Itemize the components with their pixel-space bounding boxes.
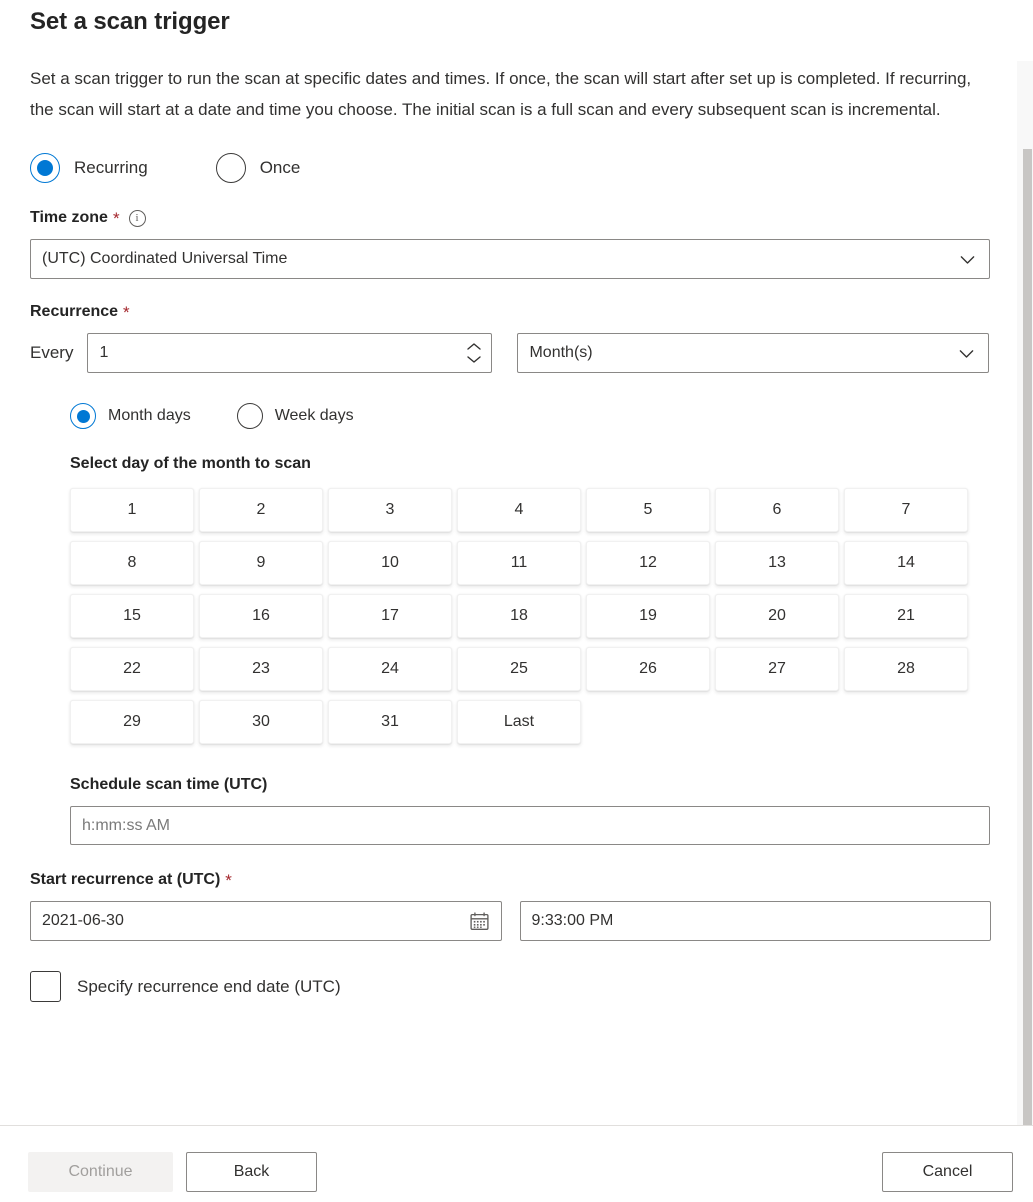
panel-scroll-area: Set a scan trigger Set a scan trigger to… [0,0,1021,1125]
start-recurrence-field: Start recurrence at (UTC) * 2021-06-30 9… [30,871,991,941]
page-description: Set a scan trigger to run the scan at sp… [30,69,972,119]
time-zone-required-marker: * [112,208,120,228]
start-recurrence-required-marker: * [225,870,232,890]
radio-label-month-days: Month days [108,407,191,424]
radio-indicator-month-days[interactable] [70,403,96,429]
day-cell[interactable]: 19 [586,594,710,638]
calendar-icon[interactable] [469,911,490,932]
radio-option-week-days[interactable]: Week days [236,403,354,429]
scan-trigger-panel: Set a scan trigger Set a scan trigger to… [0,0,1033,1202]
day-cell[interactable]: 14 [844,541,968,585]
specify-end-date-label: Specify recurrence end date (UTC) [77,976,341,996]
specify-end-date-row[interactable]: Specify recurrence end date (UTC) [30,971,991,1002]
time-zone-dropdown[interactable]: (UTC) Coordinated Universal Time [30,239,990,279]
day-cell[interactable]: 25 [457,647,581,691]
day-cell[interactable]: 22 [70,647,194,691]
day-cell[interactable]: 8 [70,541,194,585]
day-cell[interactable]: 28 [844,647,968,691]
back-button[interactable]: Back [186,1152,317,1192]
day-cell[interactable]: 16 [199,594,323,638]
radio-indicator-once[interactable] [215,153,246,183]
radio-indicator-week-days[interactable] [236,403,263,429]
info-icon[interactable]: i [128,209,146,227]
time-zone-label: Time zone * i [30,209,991,227]
schedule-scan-time-field: Schedule scan time (UTC) h:mm:ss AM [70,776,991,845]
time-zone-label-text: Time zone [30,209,108,226]
schedule-scan-time-label: Schedule scan time (UTC) [70,776,268,793]
radio-option-month-days[interactable]: Month days [70,403,191,429]
day-grid-title: Select day of the month to scan [70,455,311,472]
continue-button[interactable]: Continue [28,1152,173,1192]
recurrence-label-text: Recurrence [30,303,119,320]
start-recurrence-label: Start recurrence at (UTC) * [30,871,991,889]
chevron-up-icon[interactable] [465,341,483,352]
month-day-grid: 1 2 3 4 5 6 7 8 9 10 11 12 13 14 15 16 17 18 19 20 21 22 23 24 2… [70,488,991,744]
chevron-down-icon [960,349,974,358]
day-cell[interactable]: Last [457,700,581,744]
day-cell[interactable]: 29 [70,700,194,744]
day-cell[interactable]: 18 [457,594,581,638]
radio-label-once: Once [259,158,301,177]
day-cell[interactable]: 17 [328,594,452,638]
day-cell[interactable]: 31 [328,700,452,744]
day-cell[interactable]: 4 [457,488,581,532]
recurrence-interval-value: 1 [99,344,109,361]
day-cell[interactable]: 11 [457,541,581,585]
day-cell[interactable]: 3 [328,488,452,532]
day-cell[interactable]: 12 [586,541,710,585]
stepper-buttons[interactable] [465,341,483,365]
panel-footer: Continue Back Cancel [0,1126,1033,1202]
recurrence-interval-stepper[interactable]: 1 [87,333,493,373]
day-cell[interactable]: 13 [715,541,839,585]
day-cell[interactable]: 15 [70,594,194,638]
chevron-down-icon [960,255,975,264]
every-label: Every [30,343,74,362]
day-cell[interactable]: 10 [328,541,452,585]
start-recurrence-label-text: Start recurrence at (UTC) [30,871,221,888]
cancel-button[interactable]: Cancel [882,1152,1013,1192]
day-cell[interactable]: 7 [844,488,968,532]
day-cell[interactable]: 5 [586,488,710,532]
radio-label-recurring: Recurring [74,158,148,177]
day-cell[interactable]: 23 [199,647,323,691]
day-cell[interactable]: 2 [199,488,323,532]
radio-label-week-days: Week days [274,407,354,424]
vertical-scrollbar-thumb[interactable] [1023,149,1032,1186]
recurrence-day-section: Month days Week days Select day of the m… [70,403,991,845]
page-title: Set a scan trigger [30,8,230,35]
day-cell[interactable]: 27 [715,647,839,691]
start-recurrence-date-value: 2021-06-30 [42,912,124,929]
day-cell[interactable]: 30 [199,700,323,744]
time-zone-field: Time zone * i (UTC) Coordinated Universa… [30,209,991,279]
radio-option-once[interactable]: Once [215,153,301,183]
day-cell[interactable]: 21 [844,594,968,638]
specify-end-date-checkbox[interactable] [30,971,61,1002]
radio-option-recurring[interactable]: Recurring [30,153,148,183]
day-cell[interactable]: 24 [328,647,452,691]
recurrence-unit-value: Month(s) [529,344,593,361]
day-cell[interactable]: 26 [586,647,710,691]
start-recurrence-inputs-row: 2021-06-30 9:33:00 PM [30,901,991,941]
schedule-scan-time-input[interactable]: h:mm:ss AM [70,806,990,845]
day-cell[interactable]: 9 [199,541,323,585]
chevron-down-icon[interactable] [465,354,483,365]
recurrence-unit-dropdown[interactable]: Month(s) [517,333,990,373]
day-cell[interactable]: 1 [70,488,194,532]
vertical-scrollbar-track[interactable] [1017,61,1033,1186]
day-cell[interactable]: 20 [715,594,839,638]
recurrence-field: Recurrence * Every 1 Month(s) Month days… [30,303,991,845]
start-recurrence-time-value: 9:33:00 PM [531,912,614,929]
time-zone-value: (UTC) Coordinated Universal Time [42,250,288,267]
day-cell[interactable]: 6 [715,488,839,532]
recurrence-required-marker: * [123,302,130,322]
recurrence-interval-row: Every 1 Month(s) [30,333,991,373]
trigger-mode-radio-group: Recurring Once [30,153,991,183]
schedule-scan-time-placeholder: h:mm:ss AM [82,816,171,834]
start-recurrence-date-input[interactable]: 2021-06-30 [30,901,502,941]
recurrence-label: Recurrence * [30,303,991,321]
start-recurrence-time-input[interactable]: 9:33:00 PM [519,901,991,941]
day-mode-radio-group: Month days Week days [70,403,991,429]
radio-indicator-recurring[interactable] [30,153,60,183]
